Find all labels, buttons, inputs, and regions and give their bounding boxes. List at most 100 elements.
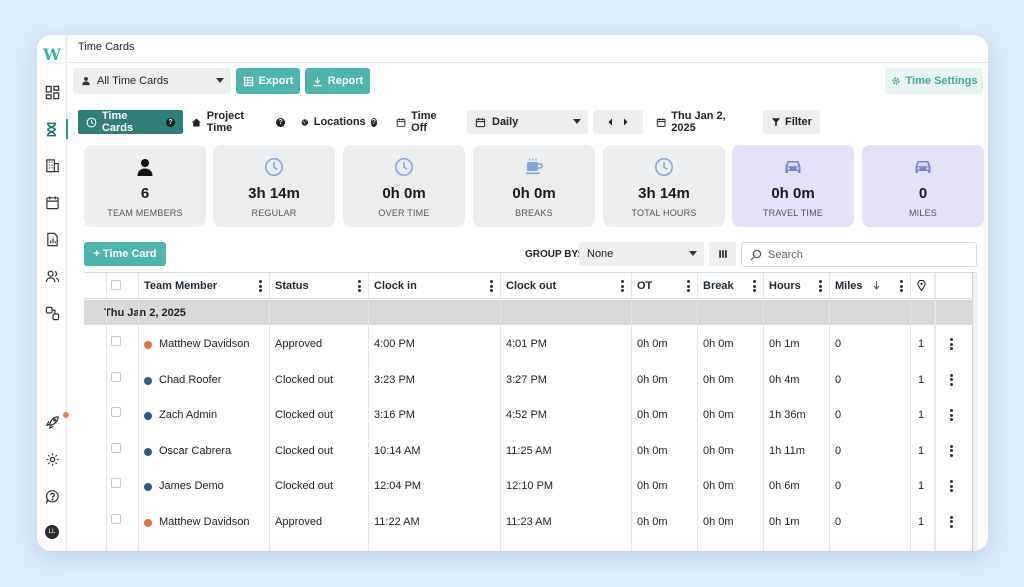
help-icon[interactable]: ? [166, 117, 176, 127]
row-menu-icon[interactable] [950, 515, 953, 528]
dashboard-icon[interactable] [42, 82, 62, 102]
column-header[interactable]: Clock out [506, 273, 556, 299]
integrations-icon[interactable] [42, 303, 62, 323]
building-icon[interactable] [42, 155, 62, 175]
column-header[interactable]: Team Member [144, 273, 217, 299]
table-row[interactable]: Oscar Cabrera Clocked out 10:14 AM 11:25 AM… [84, 433, 977, 469]
stat-value: 0h 0m [771, 185, 815, 202]
status-dot [144, 518, 152, 527]
tab-project-time[interactable]: Project Time ? [183, 110, 293, 134]
cell-locations: 1 [918, 338, 925, 350]
hourglass-icon[interactable] [37, 119, 68, 139]
cell-miles: 0 [835, 480, 842, 492]
group-by-label: GROUP BY: [525, 249, 581, 260]
column-divider [763, 273, 764, 551]
row-menu-icon[interactable] [950, 373, 953, 386]
table-row[interactable]: Matthew Davidson Approved 4:00 PM 4:01 PM 0h… [84, 326, 977, 362]
row-menu-icon[interactable] [950, 480, 953, 492]
status-dot [144, 412, 152, 420]
row-checkbox[interactable] [111, 442, 121, 453]
cell-name: James Demo [159, 480, 224, 492]
report-icon[interactable] [42, 229, 62, 249]
column-header-label: Clock in [374, 280, 417, 292]
search-input[interactable]: Search [741, 242, 977, 267]
car-icon [732, 157, 854, 179]
cell-break: 0h 0m [703, 480, 734, 492]
table-row[interactable]: Matthew Davidson Approved 11:22 AM 11:23 AM… [84, 504, 977, 540]
cell-ot: 0h 0m [637, 338, 668, 350]
column-header-label: Status [275, 280, 309, 292]
cell-miles: 0 [835, 409, 842, 421]
avatar[interactable]: LL [45, 525, 59, 539]
timecard-filter-value: All Time Cards [97, 75, 169, 87]
table-row[interactable]: James Demo Clocked out 12:04 PM 12:10 PM 0h … [84, 468, 977, 504]
column-header[interactable]: OT [637, 273, 652, 299]
column-divider [269, 273, 270, 551]
globe-icon [301, 118, 309, 126]
settings-icon[interactable] [42, 449, 62, 469]
column-menu-icon[interactable] [819, 280, 822, 292]
clock-icon [343, 157, 465, 179]
column-menu-icon[interactable] [621, 280, 624, 292]
row-checkbox[interactable] [111, 371, 121, 382]
cell-ot: 0h 0m [637, 373, 668, 386]
select-all-checkbox[interactable] [111, 280, 121, 290]
column-menu-icon[interactable] [900, 280, 903, 292]
chevron-down-icon [689, 251, 697, 256]
date-picker[interactable]: Thu Jan 2, 2025 [648, 110, 756, 134]
help-icon[interactable]: ? [276, 117, 285, 127]
cell-clock-in: 3:16 PM [374, 409, 415, 421]
sort-desc-icon[interactable] [873, 281, 880, 290]
app-logo[interactable]: W [41, 45, 63, 65]
row-menu-icon[interactable] [950, 409, 953, 421]
column-header[interactable]: Hours [769, 273, 801, 299]
row-checkbox[interactable] [111, 407, 121, 417]
stat-card: 0h 0m TRAVEL TIME [732, 145, 854, 227]
add-time-card-button[interactable]: + Time Card [84, 242, 166, 266]
users-icon[interactable] [42, 266, 62, 286]
calendar-icon[interactable] [42, 192, 62, 212]
column-menu-icon[interactable] [358, 280, 361, 292]
rocket-icon[interactable] [42, 412, 69, 432]
date-stepper [593, 110, 643, 134]
tab-time-cards[interactable]: Time Cards ? [78, 110, 183, 134]
column-header[interactable]: Miles [835, 273, 863, 299]
period-select[interactable]: Daily [467, 110, 588, 134]
column-menu-icon[interactable] [490, 280, 493, 292]
row-menu-icon[interactable] [950, 338, 953, 350]
cell-status: Approved [275, 338, 323, 350]
table-toolbar: + Time Card GROUP BY: None Search [84, 242, 977, 268]
row-checkbox[interactable] [111, 478, 121, 488]
table-row[interactable]: Zach Admin Clocked out 3:16 PM 4:52 PM 0h 0m… [84, 397, 977, 433]
table-row[interactable]: Chad Roofer Clocked out 3:23 PM 3:27 PM 0h 0… [84, 362, 977, 398]
help-icon[interactable] [42, 486, 62, 506]
clock-icon [213, 157, 335, 179]
export-button[interactable]: Export [236, 68, 300, 94]
tab-time-off[interactable]: Time Off [388, 110, 460, 134]
gear-icon [891, 77, 900, 85]
filter-button[interactable]: Filter [763, 110, 820, 134]
stat-label: TEAM MEMBERS [107, 208, 183, 218]
filter-label: Filter [785, 116, 812, 128]
time-settings-button[interactable]: Time Settings [885, 68, 983, 94]
timecard-filter-select[interactable]: All Time Cards [73, 68, 231, 94]
column-divider [106, 273, 107, 551]
help-icon[interactable]: ? [370, 117, 377, 127]
column-menu-icon[interactable] [259, 280, 262, 292]
report-button[interactable]: Report [305, 68, 370, 94]
cell-break: 0h 0m [703, 515, 734, 528]
row-menu-icon[interactable] [950, 444, 953, 457]
column-header[interactable]: Status [275, 273, 309, 299]
row-checkbox[interactable] [111, 513, 121, 524]
prev-next-arrows-icon[interactable] [602, 118, 634, 126]
row-checkbox[interactable] [111, 336, 121, 346]
scrollbar[interactable] [972, 273, 977, 551]
columns-button[interactable] [709, 242, 736, 266]
group-by-select[interactable]: None [579, 242, 704, 266]
column-menu-icon[interactable] [687, 280, 690, 292]
tab-locations[interactable]: Locations ? [293, 110, 385, 134]
column-menu-icon[interactable] [753, 280, 756, 292]
filter-icon [771, 118, 781, 127]
column-header[interactable]: Break [703, 273, 734, 299]
column-header[interactable]: Clock in [374, 273, 417, 299]
